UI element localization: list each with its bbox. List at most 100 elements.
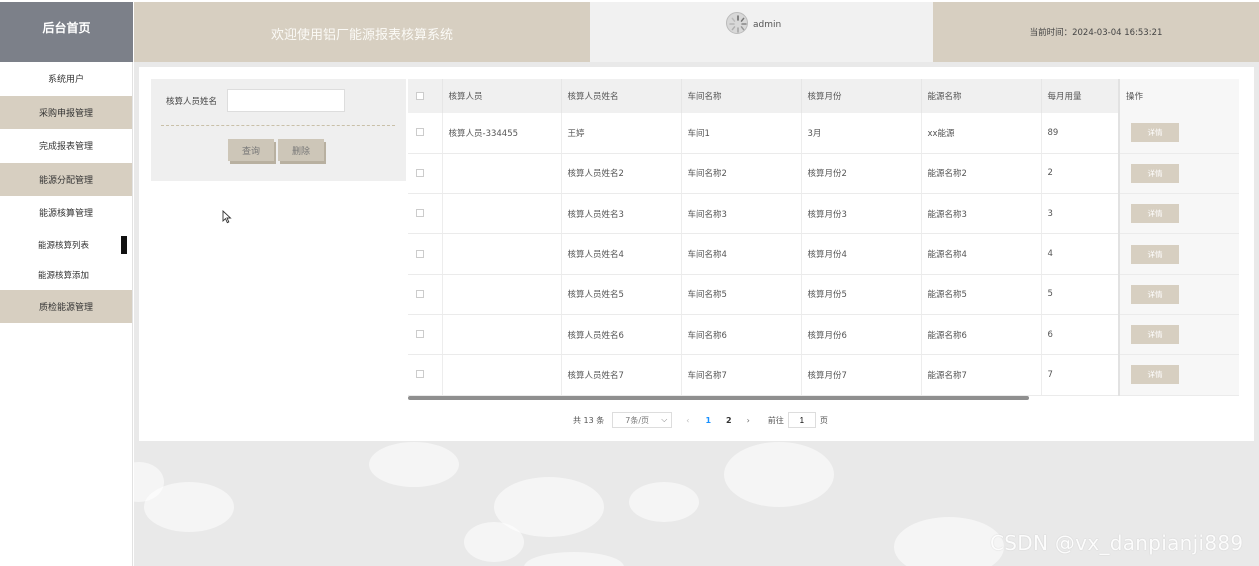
avatar[interactable] — [726, 12, 748, 34]
sidebar: 系统用户 采购申报管理 完成报表管理 能源分配管理 能源核算管理 能源核算列表 … — [0, 62, 133, 566]
select-all-checkbox[interactable] — [408, 79, 443, 113]
operation-cell: 详情 — [1118, 314, 1239, 356]
row-checkbox[interactable] — [408, 113, 443, 154]
query-button[interactable]: 查询 — [228, 139, 274, 161]
page-number[interactable]: 1 — [705, 416, 711, 425]
page-unit-label: 页 — [819, 415, 828, 425]
horizontal-scrollbar[interactable] — [408, 396, 1029, 400]
detail-button[interactable]: 详情 — [1131, 163, 1179, 183]
table-cell: 核算月份6 — [801, 314, 922, 356]
detail-button[interactable]: 详情 — [1131, 244, 1179, 264]
column-header[interactable]: 能源名称 — [921, 79, 1042, 113]
table-cell: 核算人员姓名2 — [561, 153, 682, 195]
table-row[interactable]: 核算人员姓名6 车间名称6 核算月份6 能源名称6 6 详情 — [408, 314, 1239, 356]
table-cell: 4 — [1041, 233, 1120, 275]
row-checkbox[interactable] — [408, 354, 443, 396]
operation-cell: 详情 — [1118, 354, 1239, 396]
table-cell: 车间名称3 — [681, 193, 802, 235]
table-cell — [442, 274, 562, 315]
table-row[interactable]: 核算人员姓名4 车间名称4 核算月份4 能源名称4 4 详情 — [408, 233, 1239, 275]
row-checkbox[interactable] — [408, 153, 443, 195]
row-checkbox[interactable] — [408, 274, 443, 315]
detail-button[interactable]: 详情 — [1131, 204, 1179, 224]
sidebar-item-system-users[interactable]: 系统用户 — [0, 62, 132, 96]
page-number[interactable]: 2 — [726, 416, 732, 425]
table-cell: 车间名称5 — [681, 274, 802, 315]
background-bubble — [524, 552, 624, 566]
table-cell: 核算月份4 — [801, 233, 922, 275]
background-bubble — [724, 442, 834, 507]
table-row[interactable]: 核算人员姓名3 车间名称3 核算月份3 能源名称3 3 详情 — [408, 193, 1239, 235]
pagination-total: 共 13 条 — [573, 415, 605, 425]
table-cell: 5 — [1041, 274, 1120, 315]
table-row[interactable]: 核算人员姓名5 车间名称5 核算月份5 能源名称5 5 详情 — [408, 274, 1239, 315]
table-cell: 能源名称4 — [921, 233, 1042, 275]
sidebar-item-reports[interactable]: 完成报表管理 — [0, 129, 132, 163]
detail-button[interactable]: 详情 — [1131, 365, 1179, 385]
prev-page-icon[interactable]: ‹ — [686, 416, 689, 425]
table-cell: 核算月份3 — [801, 193, 922, 235]
pagination: 共 13 条 7条/页 ⌵ ‹ 1 2 › 前往 页 — [573, 411, 828, 429]
table-cell: 核算人员姓名4 — [561, 233, 682, 275]
table-cell: 3月 — [801, 113, 922, 154]
page-size-select[interactable]: 7条/页 ⌵ — [612, 412, 673, 428]
sidebar-subitem-accounting-list[interactable]: 能源核算列表 — [0, 230, 132, 260]
data-table: 核算人员 核算人员姓名 车间名称 核算月份 能源名称 每月用量 操作 核算人员-… — [408, 79, 1239, 401]
operation-cell: 详情 — [1118, 113, 1239, 154]
sidebar-item-energy-accounting[interactable]: 能源核算管理 — [0, 196, 132, 230]
delete-button[interactable]: 删除 — [278, 139, 324, 161]
search-divider — [161, 125, 395, 126]
table-row[interactable]: 核算人员姓名7 车间名称7 核算月份7 能源名称7 7 详情 — [408, 354, 1239, 396]
detail-button[interactable]: 详情 — [1131, 123, 1179, 143]
table-cell: 车间名称7 — [681, 354, 802, 396]
column-header[interactable]: 核算人员姓名 — [561, 79, 682, 113]
table-cell: 车间名称6 — [681, 314, 802, 356]
goto-page-input[interactable] — [787, 412, 816, 428]
current-time: 当前时间：2024-03-04 16:53:21 — [933, 2, 1259, 62]
table-cell: 能源名称3 — [921, 193, 1042, 235]
table-cell: 车间1 — [681, 113, 802, 154]
table-cell: 车间名称2 — [681, 153, 802, 195]
system-title: 欢迎使用铝厂能源报表核算系统 — [134, 2, 590, 62]
mouse-cursor-icon — [222, 210, 232, 224]
operation-cell: 详情 — [1118, 233, 1239, 275]
background-bubble — [369, 442, 459, 487]
background-bubble — [894, 517, 1004, 566]
sidebar-item-purchase[interactable]: 采购申报管理 — [0, 95, 132, 129]
search-input[interactable] — [227, 89, 345, 112]
column-header[interactable]: 核算月份 — [801, 79, 922, 113]
search-panel: 核算人员姓名 查询 删除 — [151, 79, 406, 181]
sidebar-subitem-label: 能源核算列表 — [38, 240, 90, 251]
table-cell: 7 — [1041, 354, 1120, 396]
table-cell: 核算月份2 — [801, 153, 922, 195]
sidebar-item-energy-allocation[interactable]: 能源分配管理 — [0, 162, 132, 196]
row-checkbox[interactable] — [408, 193, 443, 235]
active-indicator — [121, 235, 127, 254]
next-page-icon[interactable]: › — [747, 416, 750, 425]
table-cell: 核算人员姓名3 — [561, 193, 682, 235]
table-cell: 核算人员姓名5 — [561, 274, 682, 315]
column-header[interactable]: 每月用量 — [1041, 79, 1120, 113]
table-cell: 6 — [1041, 314, 1120, 356]
detail-button[interactable]: 详情 — [1131, 325, 1179, 345]
sidebar-item-quality-energy[interactable]: 质检能源管理 — [0, 289, 132, 323]
table-cell — [442, 354, 562, 396]
home-link[interactable]: 后台首页 — [0, 2, 133, 62]
column-header[interactable]: 车间名称 — [681, 79, 802, 113]
table-row[interactable]: 核算人员姓名2 车间名称2 核算月份2 能源名称2 2 详情 — [408, 153, 1239, 195]
sidebar-subitem-accounting-add[interactable]: 能源核算添加 — [0, 260, 132, 290]
row-checkbox[interactable] — [408, 314, 443, 356]
username[interactable]: admin — [753, 20, 781, 30]
loading-spinner-icon — [729, 15, 747, 33]
operation-cell: 详情 — [1118, 153, 1239, 195]
table-cell: 3 — [1041, 193, 1120, 235]
table-row[interactable]: 核算人员-334455 王婷 车间1 3月 xx能源 89 详情 — [408, 113, 1239, 154]
row-checkbox[interactable] — [408, 233, 443, 275]
table-cell: 2 — [1041, 153, 1120, 195]
operation-cell: 详情 — [1118, 193, 1239, 235]
detail-button[interactable]: 详情 — [1131, 284, 1179, 304]
table-cell: 核算人员姓名7 — [561, 354, 682, 396]
page-size-value: 7条/页 — [625, 415, 650, 425]
column-header[interactable]: 核算人员 — [442, 79, 562, 113]
table-cell: 王婷 — [561, 113, 682, 154]
